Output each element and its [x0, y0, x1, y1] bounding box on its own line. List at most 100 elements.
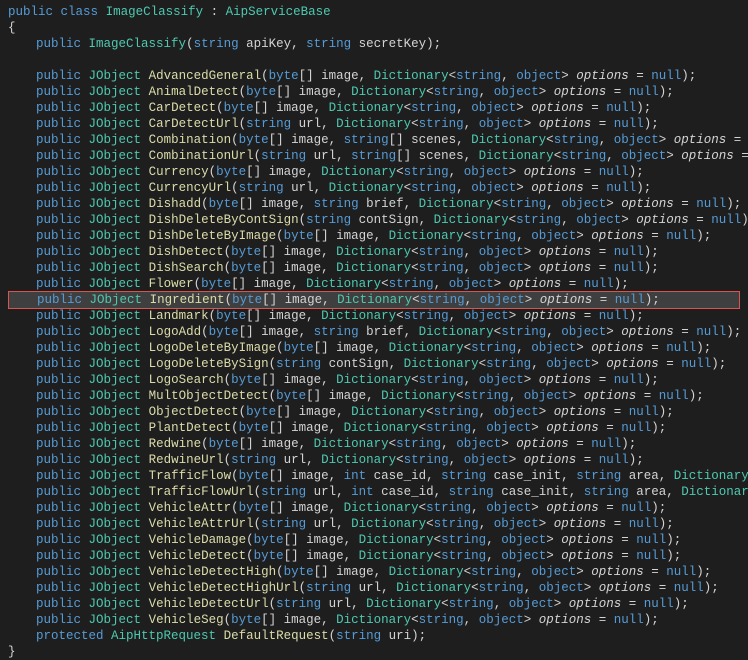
keyword-public: public: [36, 245, 81, 259]
keyword-public: public: [36, 85, 81, 99]
keyword-public: public: [36, 149, 81, 163]
params: string url, Dictionary<string, object> o…: [261, 517, 659, 531]
method-name: VehicleDamage: [149, 533, 247, 547]
params: byte[] image, string brief, Dictionary<s…: [209, 197, 727, 211]
method-name: TrafficFlowUrl: [149, 485, 254, 499]
close: );: [614, 277, 629, 291]
method-declaration-AdvancedGeneral: public JObject AdvancedGeneral(byte[] im…: [8, 68, 740, 84]
method-declaration-Currency: public JObject Currency(byte[] image, Di…: [8, 164, 740, 180]
method-declaration-Dishadd: public JObject Dishadd(byte[] image, str…: [8, 196, 740, 212]
keyword-public: public: [36, 421, 81, 435]
method-name: TrafficFlow: [149, 469, 232, 483]
return-type: JObject: [89, 245, 142, 259]
params: byte[] image, Dictionary<string, object>…: [216, 165, 629, 179]
params: byte[] image, Dictionary<string, object>…: [209, 437, 622, 451]
method-declaration-VehicleAttrUrl: public JObject VehicleAttrUrl(string url…: [8, 516, 740, 532]
keyword-public: public: [36, 229, 81, 243]
code-editor[interactable]: public class ImageClassify : AipServiceB…: [8, 4, 740, 660]
keyword-public: public: [36, 549, 81, 563]
close: );: [645, 293, 660, 307]
keyword-public: public: [36, 133, 81, 147]
method-name: VehicleAttrUrl: [149, 517, 254, 531]
return-type: JObject: [89, 309, 142, 323]
params: byte[] image, Dictionary<string, object>…: [231, 245, 644, 259]
close: );: [659, 85, 674, 99]
return-type: JObject: [89, 453, 142, 467]
close: );: [621, 437, 636, 451]
method-name: DishDetect: [149, 245, 224, 259]
keyword-public: public: [36, 357, 81, 371]
keyword-public: public: [36, 581, 81, 595]
return-type: JObject: [90, 293, 143, 307]
close: );: [659, 405, 674, 419]
brace-open: {: [8, 20, 740, 36]
method-declaration-VehicleDamage: public JObject VehicleDamage(byte[] imag…: [8, 532, 740, 548]
return-type: JObject: [89, 469, 142, 483]
params: byte[] image, Dictionary<string, object>…: [284, 565, 697, 579]
close: );: [651, 421, 666, 435]
brace-close: }: [8, 644, 740, 660]
method-declaration-LogoSearch: public JObject LogoSearch(byte[] image, …: [8, 372, 740, 388]
keyword-public: public: [36, 517, 81, 531]
params: byte[] image, string[] scenes, Dictionar…: [239, 133, 748, 147]
method-name: Ingredient: [150, 293, 225, 307]
close: );: [659, 517, 674, 531]
params: byte[] image, Dictionary<string, object>…: [231, 261, 644, 275]
method-name: ObjectDetect: [149, 405, 239, 419]
blank-line: [8, 52, 740, 68]
return-type: JObject: [89, 389, 142, 403]
method-name: VehicleDetectHighUrl: [149, 581, 299, 595]
keyword-public: public: [36, 213, 81, 227]
method-declaration-VehicleDetectUrl: public JObject VehicleDetectUrl(string u…: [8, 596, 740, 612]
close: );: [644, 245, 659, 259]
params: byte[] image, Dictionary<string, object>…: [239, 421, 652, 435]
close: );: [696, 229, 711, 243]
params: string url, Dictionary<string, object> o…: [246, 117, 644, 131]
close: );: [696, 565, 711, 579]
keyword-public: public: [36, 69, 81, 83]
method-declaration-Combination: public JObject Combination(byte[] image,…: [8, 132, 740, 148]
keyword-public: public: [36, 165, 81, 179]
keyword-public: public: [36, 501, 81, 515]
close: );: [674, 597, 689, 611]
close: );: [704, 581, 719, 595]
method-name: CarDetect: [149, 101, 217, 115]
params: byte[] image, Dictionary<string, object>…: [254, 533, 667, 547]
method-name: DefaultRequest: [224, 629, 329, 643]
param-name: secretKey: [351, 37, 426, 51]
close: );: [696, 341, 711, 355]
method-declaration-CurrencyUrl: public JObject CurrencyUrl(string url, D…: [8, 180, 740, 196]
method-declaration-LogoAdd: public JObject LogoAdd(byte[] image, str…: [8, 324, 740, 340]
params: string url, Dictionary<string, object> o…: [306, 581, 704, 595]
method-name: Flower: [149, 277, 194, 291]
method-name: RedwineUrl: [149, 453, 224, 467]
close: );: [711, 357, 726, 371]
method-declaration-CarDetectUrl: public JObject CarDetectUrl(string url, …: [8, 116, 740, 132]
return-type: JObject: [89, 213, 142, 227]
keyword-public: public: [36, 341, 81, 355]
ctor-name: ImageClassify: [89, 37, 187, 51]
method-declaration-Flower: public JObject Flower(byte[] image, Dict…: [8, 276, 740, 292]
method-declaration-MultObjectDetect: public JObject MultObjectDetect(byte[] i…: [8, 388, 740, 404]
method-name: VehicleDetectUrl: [149, 597, 269, 611]
return-type: JObject: [89, 533, 142, 547]
return-type: JObject: [89, 133, 142, 147]
return-type: JObject: [89, 421, 142, 435]
close: );: [666, 533, 681, 547]
base-class: AipServiceBase: [226, 5, 331, 19]
keyword-public: public: [36, 485, 81, 499]
close: );: [426, 37, 441, 51]
keyword-public: public: [36, 437, 81, 451]
return-type: JObject: [89, 437, 142, 451]
params: string url, string[] scenes, Dictionary<…: [261, 149, 748, 163]
method-name: VehicleSeg: [149, 613, 224, 627]
close: );: [666, 549, 681, 563]
keyword-public: public: [36, 469, 81, 483]
keyword-public: public: [36, 197, 81, 211]
keyword-public: public: [37, 293, 82, 307]
params: byte[] image, Dictionary<string, object>…: [224, 101, 637, 115]
close: );: [629, 165, 644, 179]
keyword-public: public: [36, 533, 81, 547]
params: string url, Dictionary<string, object> o…: [231, 453, 629, 467]
params: byte[] image, Dictionary<string, object>…: [232, 293, 645, 307]
